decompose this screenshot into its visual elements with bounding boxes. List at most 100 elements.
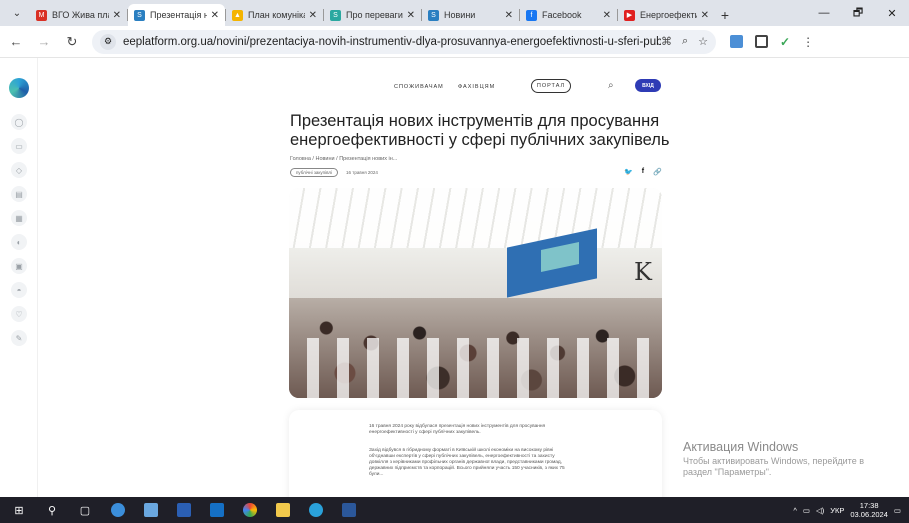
clock-time: 17:38 <box>859 501 879 510</box>
menu-specialists-link[interactable]: ФАХІВЦЯМ <box>458 84 495 90</box>
windows-taskbar: ⊞ ⚲ ▢ ^ ▭ ◁) УКР 17:38 03.06.2024 ▭ <box>0 497 909 523</box>
tab-title: План комунікац <box>248 10 305 20</box>
article-photo: K <box>289 188 662 398</box>
tab-favicon-icon: S <box>330 9 341 21</box>
window-controls: — 🗗 ✕ <box>807 0 909 26</box>
reload-button[interactable]: ↻ <box>60 30 84 54</box>
tab-favicon-icon: S <box>134 9 145 21</box>
app-chart-icon[interactable] <box>138 497 164 523</box>
telegram-icon[interactable] <box>303 497 329 523</box>
tab-title: Facebook <box>542 10 582 20</box>
tab-1[interactable]: S Презентація н ✕ <box>128 4 225 26</box>
app-powershell-icon[interactable] <box>171 497 197 523</box>
tab-favicon-icon: ▶ <box>624 9 635 21</box>
translate-icon[interactable]: ⌘ <box>661 35 672 48</box>
bookmark-star-icon[interactable]: ☆ <box>698 35 708 48</box>
forward-button[interactable]: → <box>32 30 56 54</box>
tab-5[interactable]: f Facebook ✕ <box>520 4 617 26</box>
tab-title: Енергоефектив <box>640 10 697 20</box>
photo-wall <box>289 248 662 298</box>
article-body-card: 16 травня 2024 року відбулася презентаці… <box>289 410 662 497</box>
share-facebook-icon[interactable]: f <box>642 168 644 176</box>
maximize-button[interactable]: 🗗 <box>841 0 875 26</box>
sidebar-icon-10[interactable]: ✎ <box>11 330 27 346</box>
login-button[interactable]: ВХІД <box>635 79 661 92</box>
sidebar-icon-9[interactable]: ♡ <box>11 306 27 322</box>
site-info-icon[interactable]: ⚙ <box>100 33 116 50</box>
article-paragraph-1: 16 травня 2024 року відбулася презентаці… <box>369 424 546 435</box>
tab-4[interactable]: S Новини ✕ <box>422 4 519 26</box>
tab-close-icon[interactable]: ✕ <box>701 10 709 21</box>
start-button-icon[interactable]: ⊞ <box>6 497 32 523</box>
tray-chevron-icon[interactable]: ^ <box>793 506 797 515</box>
search-icon[interactable]: ⌕ <box>608 80 614 91</box>
profile-extension-icon[interactable]: ✓ <box>780 35 790 49</box>
sidebar-icon-5[interactable]: ▦ <box>11 210 27 226</box>
sidebar-icon-7[interactable]: ▣ <box>11 258 27 274</box>
site-sidebar: ◯ ▭ ◇ ▤ ▦ ◐ ▣ ◓ ♡ ✎ <box>0 58 38 497</box>
menu-kebab-icon[interactable]: ⋮ <box>802 35 814 49</box>
portal-button[interactable]: ПОРТАЛ <box>531 79 571 93</box>
url-text[interactable]: eeplatform.org.ua/novini/prezentaciya-no… <box>123 36 661 48</box>
tab-title: Презентація н <box>150 10 207 20</box>
windows-activation-watermark: Активация Windows Чтобы активировать Win… <box>683 440 893 478</box>
sidebar-icon-4[interactable]: ▤ <box>11 186 27 202</box>
browser-toolbar: ← → ↻ ⚙ eeplatform.org.ua/novini/prezent… <box>0 26 909 58</box>
activation-subtitle: Чтобы активировать Windows, перейдите в … <box>683 456 864 477</box>
breadcrumb[interactable]: Головна / Новини / Презентація нових ін.… <box>290 156 397 162</box>
tab-favicon-icon: S <box>428 9 439 21</box>
share-twitter-icon[interactable]: 🐦 <box>624 168 633 176</box>
article-date: 16 травня 2024 <box>346 170 378 175</box>
volume-icon[interactable]: ◁) <box>816 506 824 515</box>
share-link-icon[interactable]: 🔗 <box>653 168 662 176</box>
side-panel-icon[interactable] <box>755 35 768 48</box>
file-explorer-icon[interactable] <box>270 497 296 523</box>
notifications-icon[interactable]: ▭ <box>894 506 901 515</box>
article-meta: публічні закупівлі 16 травня 2024 <box>290 168 378 177</box>
tab-close-icon[interactable]: ✕ <box>309 10 317 21</box>
language-indicator[interactable]: УКР <box>830 506 844 515</box>
page-viewport: ◯ ▭ ◇ ▤ ▦ ◐ ▣ ◓ ♡ ✎ СПОЖИВАЧАМ ФАХІВЦЯМ … <box>0 58 909 497</box>
tab-search-button[interactable]: ⌄ <box>6 2 28 24</box>
menu-consumers-link[interactable]: СПОЖИВАЧАМ <box>394 84 444 90</box>
close-window-button[interactable]: ✕ <box>875 0 909 26</box>
network-icon[interactable]: ▭ <box>803 506 810 515</box>
address-bar[interactable]: ⚙ eeplatform.org.ua/novini/prezentaciya-… <box>92 29 716 54</box>
chrome-icon[interactable] <box>237 497 263 523</box>
tab-close-icon[interactable]: ✕ <box>407 10 415 21</box>
clock[interactable]: 17:38 03.06.2024 <box>850 501 888 519</box>
word-icon[interactable] <box>336 497 362 523</box>
search-taskbar-icon[interactable]: ⚲ <box>39 497 65 523</box>
new-tab-button[interactable]: + <box>715 4 735 26</box>
back-button[interactable]: ← <box>4 30 28 54</box>
tab-favicon-icon: M <box>36 9 47 21</box>
task-view-icon[interactable]: ▢ <box>72 497 98 523</box>
tab-close-icon[interactable]: ✕ <box>211 10 219 21</box>
sidebar-icon-3[interactable]: ◇ <box>11 162 27 178</box>
article-tag[interactable]: публічні закупівлі <box>290 168 339 177</box>
zoom-icon[interactable]: ⌕ <box>682 35 688 48</box>
extension-icon[interactable] <box>730 35 743 48</box>
tab-3[interactable]: S Про переваги ✕ <box>324 4 421 26</box>
sidebar-icon-8[interactable]: ◓ <box>11 282 27 298</box>
tab-title: Новини <box>444 10 476 20</box>
article-paragraph-2: Захід відбувся в гібридному форматі в Ки… <box>369 448 565 477</box>
tab-2[interactable]: ▲ План комунікац ✕ <box>226 4 323 26</box>
tab-close-icon[interactable]: ✕ <box>113 10 121 21</box>
outlook-icon[interactable] <box>204 497 230 523</box>
edge-icon[interactable] <box>105 497 131 523</box>
tab-close-icon[interactable]: ✕ <box>603 10 611 21</box>
sidebar-icon-1[interactable]: ◯ <box>11 114 27 130</box>
share-buttons: 🐦 f 🔗 <box>624 168 662 176</box>
site-logo-icon[interactable] <box>9 78 29 98</box>
photo-k-logo: K <box>634 258 652 286</box>
tab-0[interactable]: M ВГО Жива плане ✕ <box>30 4 127 26</box>
tab-6[interactable]: ▶ Енергоефектив ✕ <box>618 4 715 26</box>
sidebar-icon-6[interactable]: ◐ <box>11 234 27 250</box>
tab-close-icon[interactable]: ✕ <box>505 10 513 21</box>
tab-strip: ⌄ M ВГО Жива плане ✕ S Презентація н ✕ ▲ План к… <box>0 0 909 26</box>
tab-title: Про переваги <box>346 10 403 20</box>
minimize-button[interactable]: — <box>807 0 841 26</box>
sidebar-icon-2[interactable]: ▭ <box>11 138 27 154</box>
photo-ceiling <box>289 188 662 248</box>
